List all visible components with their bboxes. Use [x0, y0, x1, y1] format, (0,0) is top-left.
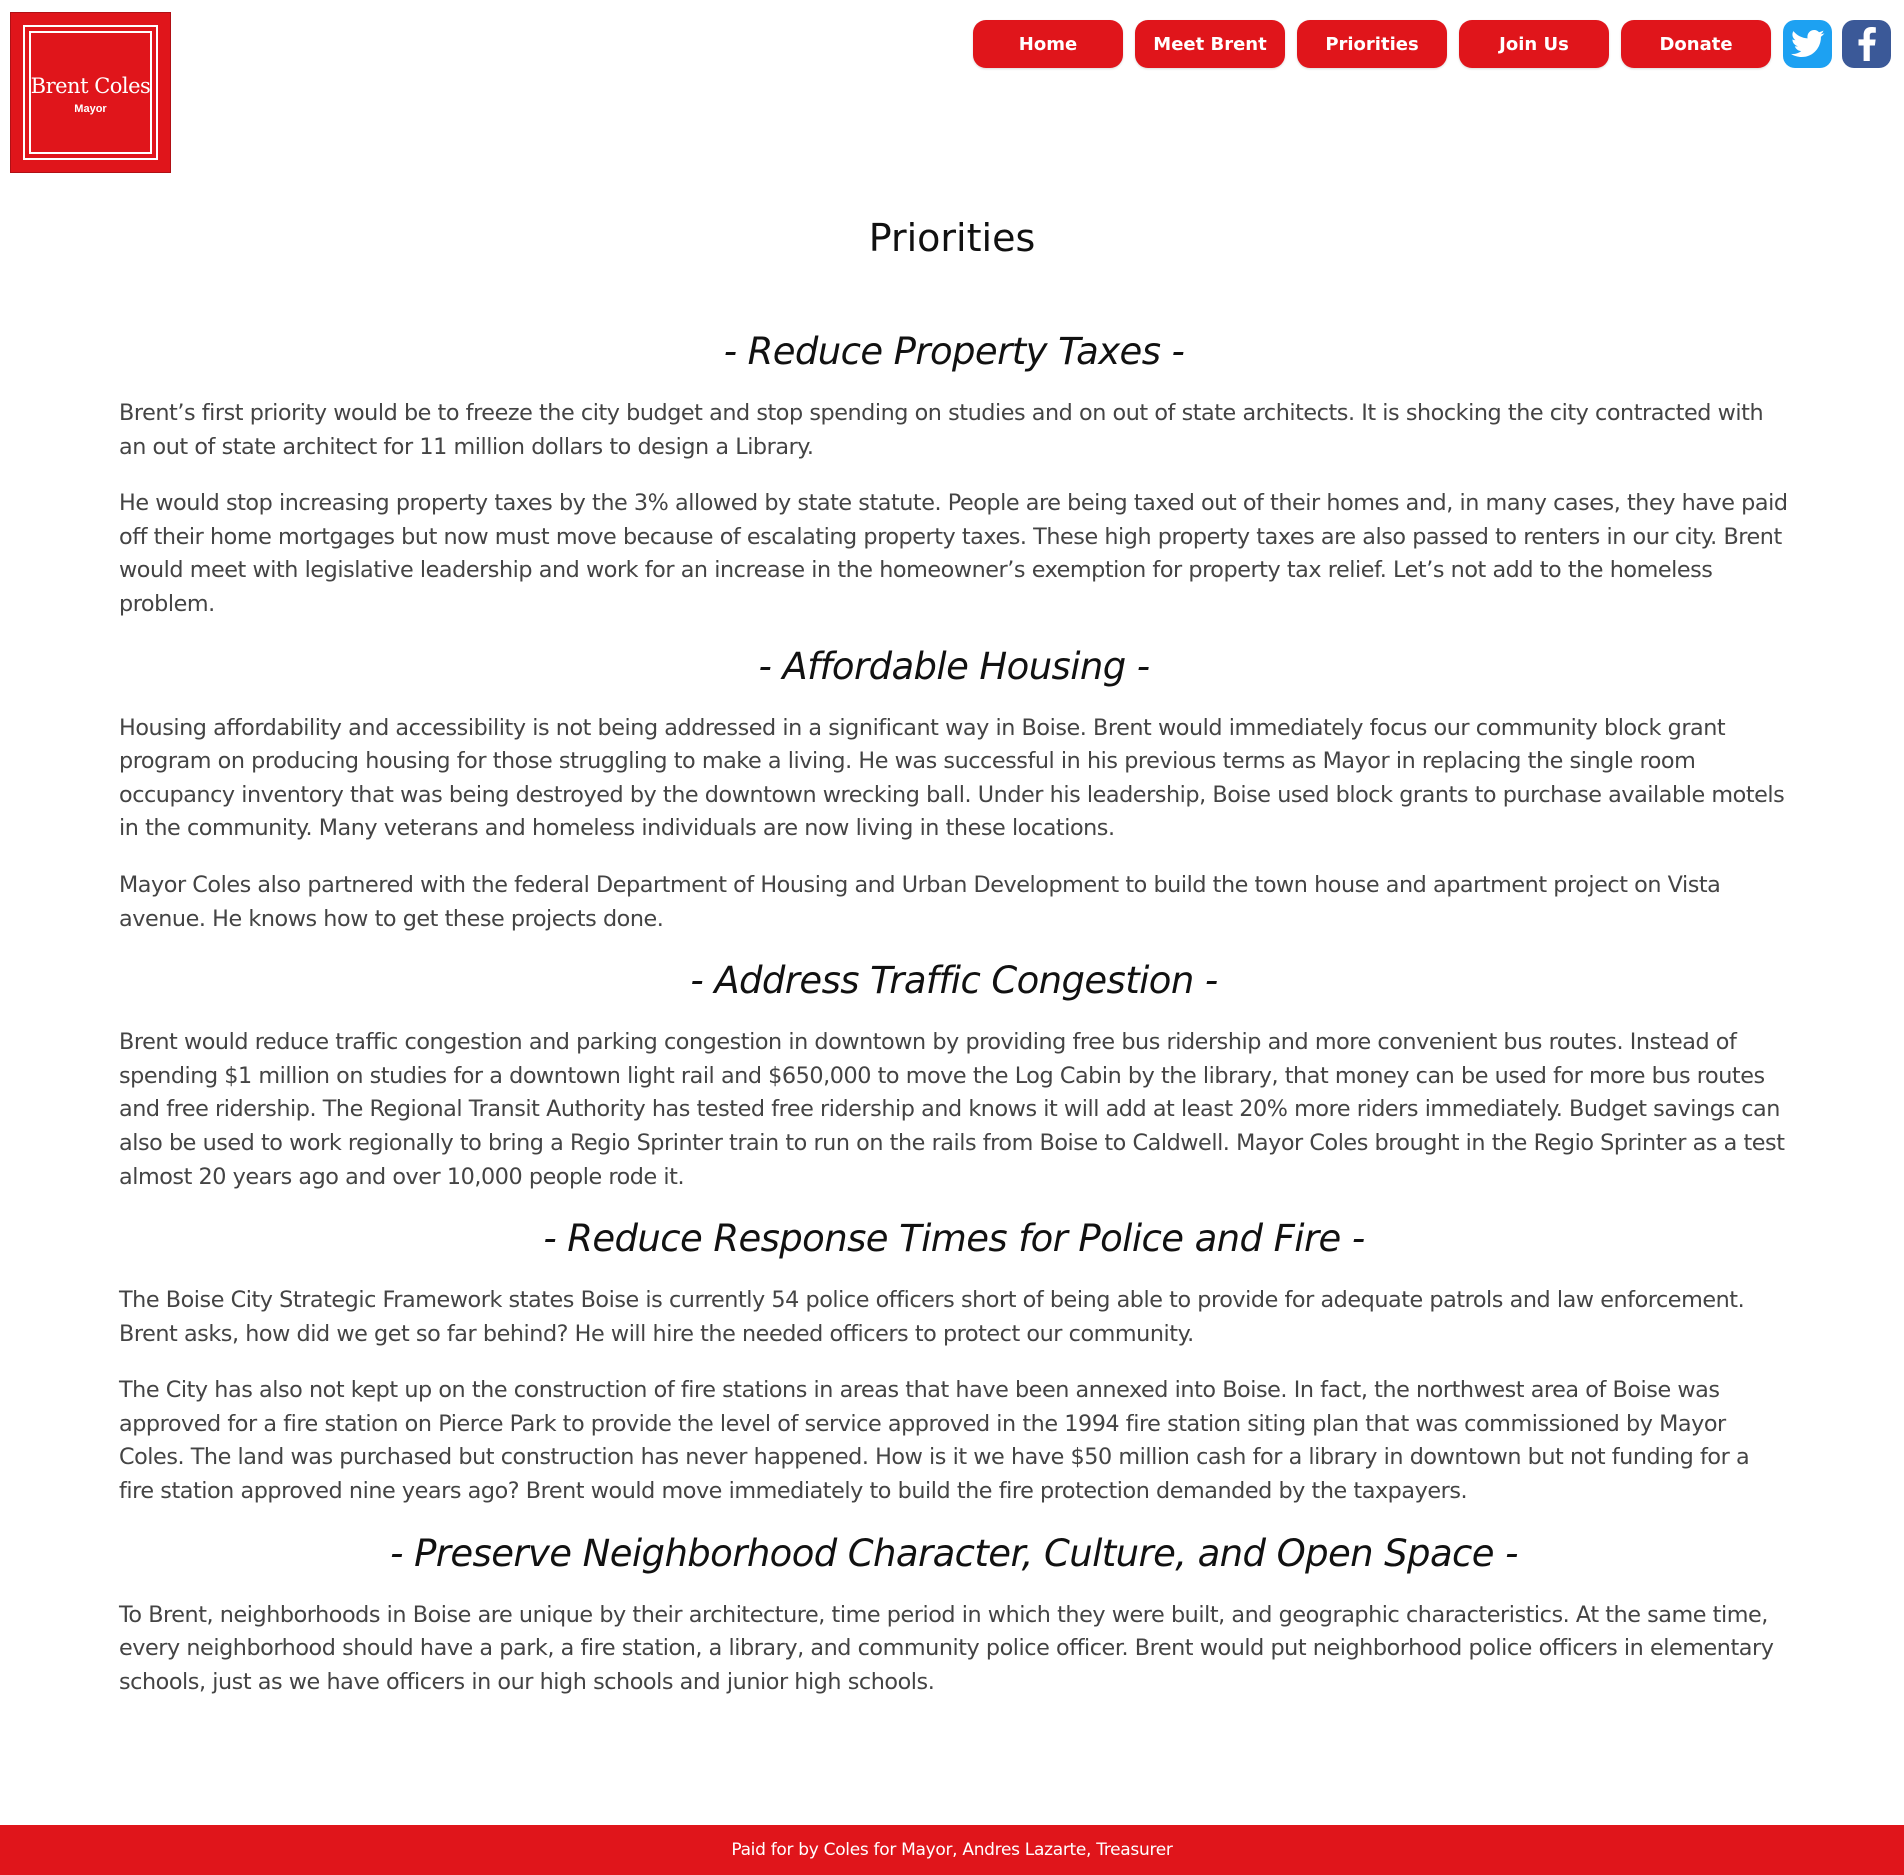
- facebook-link[interactable]: [1842, 20, 1891, 68]
- facebook-icon: [1858, 27, 1876, 61]
- section-paragraph: The City has also not kept up on the con…: [119, 1377, 1750, 1505]
- priorities-content: - Reduce Property Taxes - Brent’s first …: [119, 322, 1789, 1722]
- page-title: Priorities: [868, 216, 1036, 260]
- nav-join-us-button[interactable]: Join Us: [1459, 20, 1609, 68]
- twitter-link[interactable]: [1783, 20, 1832, 68]
- section-affordable-housing: - Affordable Housing - Housing affordabi…: [119, 645, 1789, 937]
- section-neighborhood-character: - Preserve Neighborhood Character, Cultu…: [119, 1532, 1789, 1700]
- section-property-taxes: - Reduce Property Taxes - Brent’s first …: [119, 330, 1789, 622]
- section-heading: - Address Traffic Congestion -: [690, 959, 1218, 1003]
- section-police-fire: - Reduce Response Times for Police and F…: [119, 1217, 1789, 1509]
- section-paragraph: He would stop increasing property taxes …: [119, 490, 1788, 617]
- nav-priorities-button[interactable]: Priorities: [1297, 20, 1447, 68]
- section-paragraph: The Boise City Strategic Framework state…: [119, 1287, 1745, 1347]
- nav-home-button[interactable]: Home: [973, 20, 1123, 68]
- section-paragraph: Brent’s first priority would be to freez…: [119, 400, 1764, 460]
- section-heading: - Affordable Housing -: [758, 644, 1150, 688]
- section-paragraph: Mayor Coles also partnered with the fede…: [119, 871, 1721, 932]
- section-heading: - Reduce Property Taxes -: [723, 330, 1185, 373]
- nav-meet-brent-button[interactable]: Meet Brent: [1135, 20, 1285, 68]
- section-heading: - Reduce Response Times for Police and F…: [543, 1217, 1365, 1261]
- section-paragraph: Housing affordability and accessibility …: [119, 714, 1785, 842]
- section-paragraph: Brent would reduce traffic congestion an…: [119, 1029, 1785, 1190]
- nav-donate-button[interactable]: Donate: [1621, 20, 1771, 68]
- twitter-icon: [1790, 29, 1824, 58]
- main-nav: Home Meet Brent Priorities Join Us Donat…: [0, 20, 1904, 68]
- logo-name: Brent Coles: [30, 74, 151, 98]
- footer-disclaimer: Paid for by Coles for Mayor, Andres Laza…: [731, 1840, 1173, 1860]
- site-footer: Paid for by Coles for Mayor, Andres Laza…: [0, 1825, 1904, 1875]
- section-traffic-congestion: - Address Traffic Congestion - Brent wou…: [119, 959, 1789, 1194]
- logo-subtitle: Mayor: [74, 103, 107, 115]
- section-heading: - Preserve Neighborhood Character, Cultu…: [390, 1531, 1518, 1575]
- section-paragraph: To Brent, neighborhoods in Boise are uni…: [119, 1601, 1774, 1695]
